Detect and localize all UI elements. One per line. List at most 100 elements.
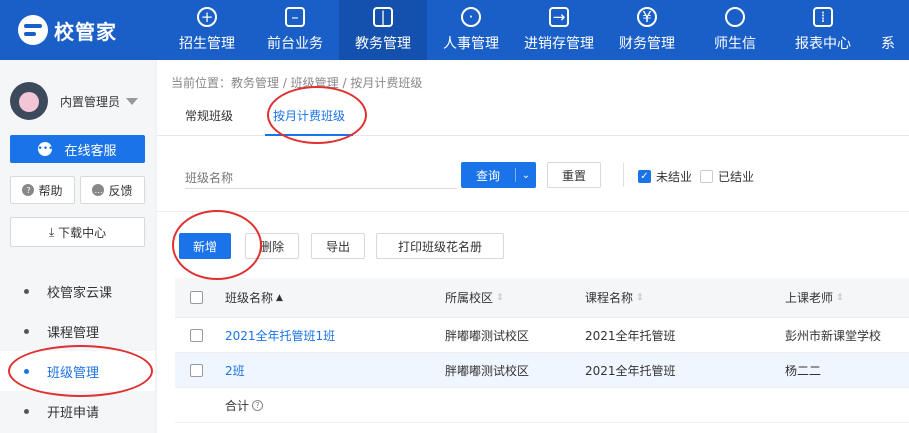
reset-button[interactable]: 重置 — [547, 162, 601, 188]
sidebar-item-class-management[interactable]: 班级管理 — [0, 351, 155, 391]
sort-asc-icon[interactable]: ▲ — [276, 293, 283, 303]
online-service-button[interactable]: ••• 在线客服 — [10, 135, 145, 163]
sort-icon[interactable]: ⇕ — [496, 293, 504, 303]
feedback-label: 反馈 — [108, 183, 133, 198]
export-button[interactable]: 导出 — [311, 233, 365, 259]
checkbox-unfinished[interactable]: ✓ 未结业 — [638, 168, 692, 185]
checkbox-icon[interactable] — [190, 363, 203, 377]
logo-text: 校管家 — [54, 19, 117, 44]
question-icon: ? — [22, 184, 35, 196]
sidebar-item-course-management[interactable]: 课程管理 — [0, 311, 155, 351]
book-icon: | — [373, 7, 393, 27]
nav-label: 财务管理 — [619, 36, 675, 52]
feedback-icon: … — [92, 184, 105, 196]
class-table: 班级名称 ▲ 所属校区 ⇕ 课程名称 ⇕ 上课老师 ⇕ 2021全年托管班1班 胖嘟嘟测… — [175, 278, 909, 423]
checkbox-icon[interactable] — [190, 328, 203, 342]
yen-shield-icon: ¥ — [637, 7, 657, 27]
nav-item-reports[interactable]: ⁞ 报表中心 — [779, 0, 867, 60]
column-header-label: 所属校区 — [445, 291, 494, 305]
chevron-down-icon — [126, 97, 139, 105]
filter-bar: 查询 ⌄ 重置 ✓ 未结业 已结业 — [185, 161, 909, 189]
nav-label: 报表中心 — [795, 36, 851, 52]
divider — [623, 163, 624, 187]
teacher-cell: 杨二二 — [785, 363, 822, 378]
user-name: 内置管理员 — [60, 94, 121, 109]
class-name-search-input[interactable] — [185, 161, 457, 189]
bullet-icon — [24, 288, 29, 294]
column-header-campus[interactable]: 所属校区 ⇕ — [445, 278, 504, 317]
nav-item-hr[interactable]: · 人事管理 — [427, 0, 515, 60]
sidebar-item-class-application[interactable]: 开班申请 — [0, 391, 155, 431]
main-nav: + 招生管理 – 前台业务 | 教务管理 · 人事管理 → 进销存管理 ¥ 财务… — [163, 0, 907, 60]
nav-label: 教务管理 — [355, 36, 411, 52]
checkbox-icon[interactable] — [190, 291, 203, 304]
course-cell: 2021全年托管班 — [585, 328, 676, 343]
app-logo[interactable]: 校管家 — [0, 0, 155, 60]
nav-item-enrollment[interactable]: + 招生管理 — [163, 0, 251, 60]
chat-bubble-icon — [725, 7, 745, 27]
breadcrumb: 当前位置：教务管理 / 班级管理 / 按月计费班级 — [171, 76, 423, 90]
bullet-icon — [24, 368, 29, 374]
nav-label: 师生信 — [714, 36, 756, 52]
help-button[interactable]: ? 帮助 — [10, 176, 75, 204]
download-center-button[interactable]: ⤓ 下载中心 — [10, 217, 145, 247]
tab-bar: 常规班级 按月计费班级 — [157, 98, 909, 136]
table-row[interactable]: 2班 胖嘟嘟测试校区 2021全年托管班 杨二二 — [175, 353, 909, 388]
nav-item-messages[interactable]: 师生信 — [691, 0, 779, 60]
table-header-row: 班级名称 ▲ 所属校区 ⇕ 课程名称 ⇕ 上课老师 ⇕ — [175, 278, 909, 318]
query-button[interactable]: 查询 ⌄ — [461, 162, 536, 188]
main-content: 当前位置：教务管理 / 班级管理 / 按月计费班级 常规班级 按月计费班级 查询… — [157, 60, 909, 433]
divider — [157, 211, 909, 212]
delete-button[interactable]: 删除 — [245, 233, 299, 259]
nav-item-inventory[interactable]: → 进销存管理 — [515, 0, 603, 60]
nav-label: 系 — [881, 36, 895, 52]
select-all-checkbox[interactable] — [190, 278, 203, 317]
table-total-row: 合计? — [175, 388, 909, 423]
sort-icon[interactable]: ⇕ — [836, 293, 844, 303]
checkbox-checked-icon[interactable]: ✓ — [638, 170, 651, 183]
side-menu: 校管家云课 课程管理 班级管理 开班申请 — [0, 271, 155, 431]
sidebar-item-label: 课程管理 — [47, 325, 100, 341]
checkbox-finished[interactable]: 已结业 — [700, 168, 754, 185]
feedback-button[interactable]: … 反馈 — [80, 176, 145, 204]
top-nav-bar: 校管家 + 招生管理 – 前台业务 | 教务管理 · 人事管理 → 进销存管理 … — [0, 0, 909, 60]
nav-label: 进销存管理 — [524, 36, 594, 52]
column-header-label: 班级名称 — [225, 291, 274, 305]
column-header-course[interactable]: 课程名称 ⇕ — [585, 278, 644, 317]
sidebar-item-cloud-course[interactable]: 校管家云课 — [0, 271, 155, 311]
sort-icon[interactable]: ⇕ — [636, 293, 644, 303]
sidebar-item-label: 校管家云课 — [47, 285, 113, 301]
table-row[interactable]: 2021全年托管班1班 胖嘟嘟测试校区 2021全年托管班 彭州市新课堂学校 — [175, 318, 909, 353]
chat-icon: ••• — [37, 142, 54, 156]
sidebar-item-label: 开班申请 — [47, 405, 100, 421]
teacher-cell: 彭州市新课堂学校 — [785, 328, 882, 343]
logo-icon — [18, 15, 48, 45]
print-roster-button[interactable]: 打印班级花名册 — [376, 233, 504, 259]
nav-item-academic[interactable]: | 教务管理 — [339, 0, 427, 60]
add-button[interactable]: 新增 — [179, 233, 231, 259]
row-checkbox[interactable] — [190, 318, 203, 352]
nav-item-system[interactable]: 系 — [867, 0, 907, 60]
column-header-class-name[interactable]: 班级名称 ▲ — [225, 278, 283, 317]
column-header-label: 课程名称 — [585, 291, 634, 305]
user-menu[interactable]: 内置管理员 — [10, 82, 139, 120]
checkbox-unchecked-icon[interactable] — [700, 170, 713, 183]
course-cell: 2021全年托管班 — [585, 363, 676, 378]
checkbox-label: 已结业 — [718, 170, 755, 184]
class-name-link[interactable]: 2班 — [225, 353, 245, 387]
download-label: 下载中心 — [58, 225, 107, 240]
bullet-icon — [24, 408, 29, 414]
checkbox-label: 未结业 — [656, 170, 693, 184]
question-icon[interactable]: ? — [252, 399, 264, 411]
tab-regular-class[interactable]: 常规班级 — [185, 98, 233, 136]
chevron-down-icon[interactable]: ⌄ — [516, 170, 536, 181]
nav-label: 招生管理 — [179, 36, 235, 52]
tab-monthly-class[interactable]: 按月计费班级 — [265, 98, 354, 136]
nav-item-front-desk[interactable]: – 前台业务 — [251, 0, 339, 60]
row-checkbox[interactable] — [190, 353, 203, 387]
column-header-teacher[interactable]: 上课老师 ⇕ — [785, 278, 844, 317]
class-name-link[interactable]: 2021全年托管班1班 — [225, 318, 335, 352]
help-label: 帮助 — [38, 183, 63, 198]
monitor-icon: – — [285, 7, 305, 27]
nav-item-finance[interactable]: ¥ 财务管理 — [603, 0, 691, 60]
